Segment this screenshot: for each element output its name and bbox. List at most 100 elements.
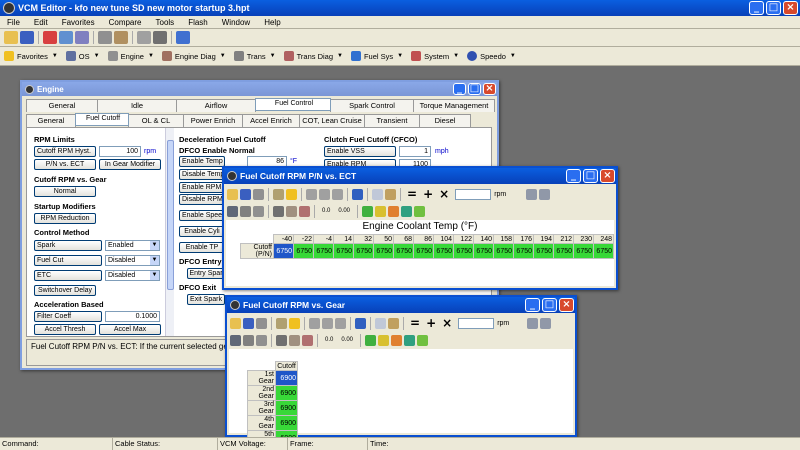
close-button[interactable]: × bbox=[783, 1, 798, 15]
table-view-icon[interactable] bbox=[527, 317, 539, 329]
info-icon[interactable] bbox=[176, 31, 190, 44]
table-cell[interactable]: 6750 bbox=[433, 243, 454, 259]
color-lime-icon[interactable] bbox=[417, 334, 429, 346]
plus-icon[interactable]: + bbox=[426, 316, 436, 330]
disable-temp-button[interactable]: Disable Temp bbox=[179, 169, 225, 180]
table-cell[interactable]: 6750 bbox=[573, 243, 594, 259]
undo-icon[interactable] bbox=[352, 188, 363, 200]
spark-button[interactable]: Spark bbox=[34, 240, 102, 251]
subtab-fuel-cutoff[interactable]: Fuel Cutoff bbox=[75, 113, 129, 126]
tab-fuel-control[interactable]: Fuel Control bbox=[255, 98, 331, 111]
equals-icon[interactable]: = bbox=[407, 187, 417, 201]
table-cell[interactable]: 6750 bbox=[273, 243, 294, 259]
select-all-icon[interactable] bbox=[335, 317, 346, 329]
menu-window[interactable]: Window bbox=[215, 18, 257, 27]
nav-favorites[interactable]: Favorites ▼ bbox=[0, 51, 62, 61]
decimal-decrease-icon[interactable]: 0.0 bbox=[325, 337, 333, 343]
table-cell[interactable]: 6750 bbox=[513, 243, 534, 259]
tab-general[interactable]: General bbox=[26, 99, 98, 112]
tab-airflow[interactable]: Airflow bbox=[176, 99, 256, 112]
menu-help[interactable]: Help bbox=[257, 18, 287, 27]
nav-engine[interactable]: Engine ▼ bbox=[104, 51, 158, 61]
graph-view-icon[interactable] bbox=[539, 188, 551, 200]
equals-icon[interactable]: = bbox=[410, 316, 420, 330]
accel-thresh-button[interactable]: Accel Thresh bbox=[34, 324, 96, 335]
compare-icon[interactable] bbox=[75, 31, 89, 44]
enable-cyl-button[interactable]: Enable Cyli bbox=[179, 226, 225, 237]
operand-input[interactable] bbox=[455, 188, 492, 200]
smooth-icon[interactable] bbox=[256, 334, 267, 346]
disable-rpm-button[interactable]: Disable RPM bbox=[179, 194, 225, 205]
table-cell[interactable]: 6750 bbox=[533, 243, 554, 259]
maximize-button[interactable]: □ bbox=[468, 83, 481, 95]
cutoff-rpm-hyst-field[interactable]: 100 bbox=[99, 146, 141, 157]
decimal-increase-icon[interactable]: 0.00 bbox=[341, 337, 353, 343]
multiply-icon[interactable]: × bbox=[439, 187, 449, 201]
multiply-icon[interactable]: × bbox=[442, 316, 452, 330]
menu-flash[interactable]: Flash bbox=[181, 18, 215, 27]
maximize-button[interactable]: □ bbox=[583, 169, 598, 183]
spark-select[interactable]: Enabled ▼ bbox=[105, 240, 160, 251]
select-col-icon[interactable] bbox=[319, 188, 330, 200]
enable-vss-button[interactable]: Enable VSS bbox=[324, 146, 396, 157]
nav-speedo[interactable]: Speedo ▼ bbox=[463, 51, 520, 61]
maximize-button[interactable]: □ bbox=[766, 1, 781, 15]
exit-spark-button[interactable]: Exit Spark bbox=[187, 294, 225, 305]
print-icon[interactable] bbox=[253, 188, 264, 200]
open-icon[interactable] bbox=[230, 317, 241, 329]
color-teal-icon[interactable] bbox=[401, 205, 413, 217]
select-all-icon[interactable] bbox=[332, 188, 343, 200]
decimal-increase-icon[interactable]: 0.00 bbox=[338, 208, 350, 214]
menu-compare[interactable]: Compare bbox=[102, 18, 149, 27]
tab-torque-management[interactable]: Torque Management bbox=[413, 99, 495, 112]
save-icon[interactable] bbox=[20, 31, 34, 44]
chart-3d-icon[interactable] bbox=[286, 205, 297, 217]
fuel-cut-button[interactable]: Fuel Cut bbox=[34, 255, 102, 266]
interpolate-icon[interactable] bbox=[243, 334, 254, 346]
color-green-icon[interactable] bbox=[365, 334, 377, 346]
scrollbar-thumb[interactable] bbox=[167, 140, 174, 290]
subtab-diesel[interactable]: Diesel bbox=[419, 114, 471, 127]
decimal-decrease-icon[interactable]: 0.0 bbox=[322, 208, 330, 214]
color-yellow-icon[interactable] bbox=[378, 334, 390, 346]
enable-speed-button[interactable]: Enable Spee bbox=[179, 210, 225, 221]
nav-fuel-sys[interactable]: Fuel Sys ▼ bbox=[347, 51, 407, 61]
tab-idle[interactable]: Idle bbox=[97, 99, 177, 112]
open-icon[interactable] bbox=[227, 188, 238, 200]
paste-special-icon[interactable] bbox=[276, 317, 287, 329]
table-cell[interactable]: 6750 bbox=[473, 243, 494, 259]
cutoff-rpm-hyst-button[interactable]: Cutoff RPM Hyst. bbox=[34, 146, 96, 157]
subtab-general[interactable]: General bbox=[26, 114, 76, 127]
save-icon[interactable] bbox=[240, 188, 251, 200]
table-cell[interactable]: 6750 bbox=[593, 243, 614, 259]
tools-icon[interactable] bbox=[114, 31, 128, 44]
select-row-icon[interactable] bbox=[306, 188, 317, 200]
table-cell[interactable]: 6750 bbox=[313, 243, 334, 259]
color-orange-icon[interactable] bbox=[391, 334, 403, 346]
table-cell[interactable]: 6750 bbox=[553, 243, 574, 259]
smooth-icon[interactable] bbox=[253, 205, 264, 217]
table-cell[interactable]: 6750 bbox=[293, 243, 314, 259]
table-cell[interactable]: 6900 bbox=[275, 385, 298, 401]
minimize-button[interactable]: _ bbox=[749, 1, 764, 15]
nav-engine-diag[interactable]: Engine Diag ▼ bbox=[158, 51, 230, 61]
etc-select[interactable]: Disabled ▼ bbox=[105, 270, 160, 281]
enable-vss-field[interactable]: 1 bbox=[399, 146, 431, 157]
maximize-button[interactable]: □ bbox=[542, 298, 557, 312]
pn-vs-ect-button[interactable]: P/N vs. ECT bbox=[34, 159, 96, 170]
paste-icon[interactable] bbox=[385, 188, 396, 200]
table-view-icon[interactable] bbox=[526, 188, 538, 200]
table-cell[interactable]: 6900 bbox=[275, 370, 298, 386]
paste-icon[interactable] bbox=[388, 317, 399, 329]
close-button[interactable]: × bbox=[483, 83, 496, 95]
chip-icon[interactable] bbox=[153, 31, 167, 44]
copy-icon[interactable] bbox=[375, 317, 386, 329]
chart-3d-icon[interactable] bbox=[289, 334, 300, 346]
minimize-button[interactable]: _ bbox=[525, 298, 540, 312]
etc-button[interactable]: ETC bbox=[34, 270, 102, 281]
color-orange-icon[interactable] bbox=[388, 205, 400, 217]
select-row-icon[interactable] bbox=[309, 317, 320, 329]
color-green-icon[interactable] bbox=[362, 205, 374, 217]
plus-icon[interactable]: + bbox=[423, 187, 433, 201]
graph-view-icon[interactable] bbox=[540, 317, 552, 329]
